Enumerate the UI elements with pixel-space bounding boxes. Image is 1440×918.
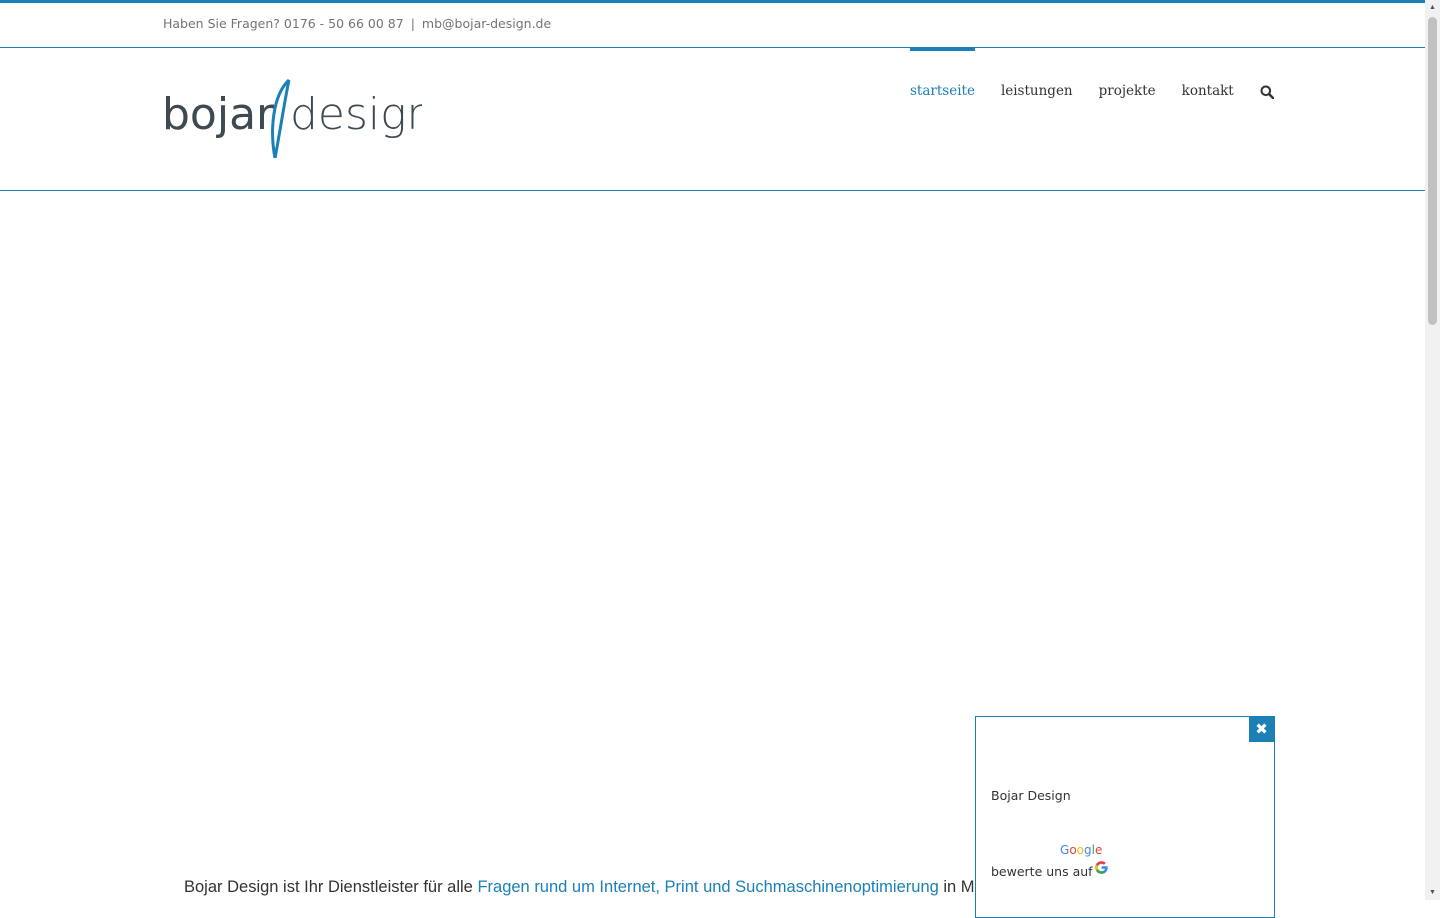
intro-text: Bojar Design ist Ihr Dienstleister für a…	[184, 878, 975, 897]
rate-us-link[interactable]: bewerte uns auf	[991, 860, 1109, 880]
search-icon[interactable]	[1260, 85, 1274, 104]
google-wordmark: Google	[1060, 843, 1103, 857]
intro-prefix: Bojar Design ist Ihr Dienstleister für a…	[184, 878, 478, 896]
contact-email-link[interactable]: mb@bojar-design.de	[422, 16, 551, 31]
main-nav: startseite leistungen projekte kontakt	[910, 48, 1274, 136]
site-header: bojar design startseite leistungen proje…	[0, 48, 1425, 191]
rate-us-text: bewerte uns auf	[991, 863, 1093, 879]
nav-item-kontakt[interactable]: kontakt	[1182, 48, 1234, 99]
logo-word-design: design	[290, 89, 422, 140]
contact-question: Haben Sie Fragen? 0176 - 50 66 00 87	[163, 16, 404, 31]
logo-swoosh-icon	[271, 78, 291, 159]
scroll-down-arrow-icon[interactable]: ▼	[1425, 885, 1440, 900]
scroll-thumb[interactable]	[1428, 17, 1437, 325]
page-scrollbar[interactable]: ▲ ▼	[1425, 0, 1440, 900]
nav-item-leistungen[interactable]: leistungen	[1001, 48, 1073, 99]
services-link[interactable]: Fragen rund um Internet, Print und Suchm…	[477, 878, 938, 896]
site-logo[interactable]: bojar design	[162, 76, 422, 162]
business-name: Bojar Design	[991, 788, 1071, 803]
nav-item-projekte[interactable]: projekte	[1099, 48, 1156, 99]
contact-info: Haben Sie Fragen? 0176 - 50 66 00 87 | mb@…	[163, 16, 551, 31]
google-review-popup: ✖ Bojar Design Google bewerte uns auf	[975, 716, 1275, 918]
intro-suffix: in M	[938, 878, 975, 896]
nav-item-startseite[interactable]: startseite	[910, 48, 975, 99]
contact-separator: |	[410, 16, 415, 31]
top-info-bar: Haben Sie Fragen? 0176 - 50 66 00 87 | mb@…	[0, 3, 1425, 48]
close-popup-button[interactable]: ✖	[1249, 717, 1274, 742]
logo-word-bojar: bojar	[162, 89, 275, 140]
google-g-icon	[1094, 860, 1109, 878]
scroll-up-arrow-icon[interactable]: ▲	[1425, 0, 1440, 15]
